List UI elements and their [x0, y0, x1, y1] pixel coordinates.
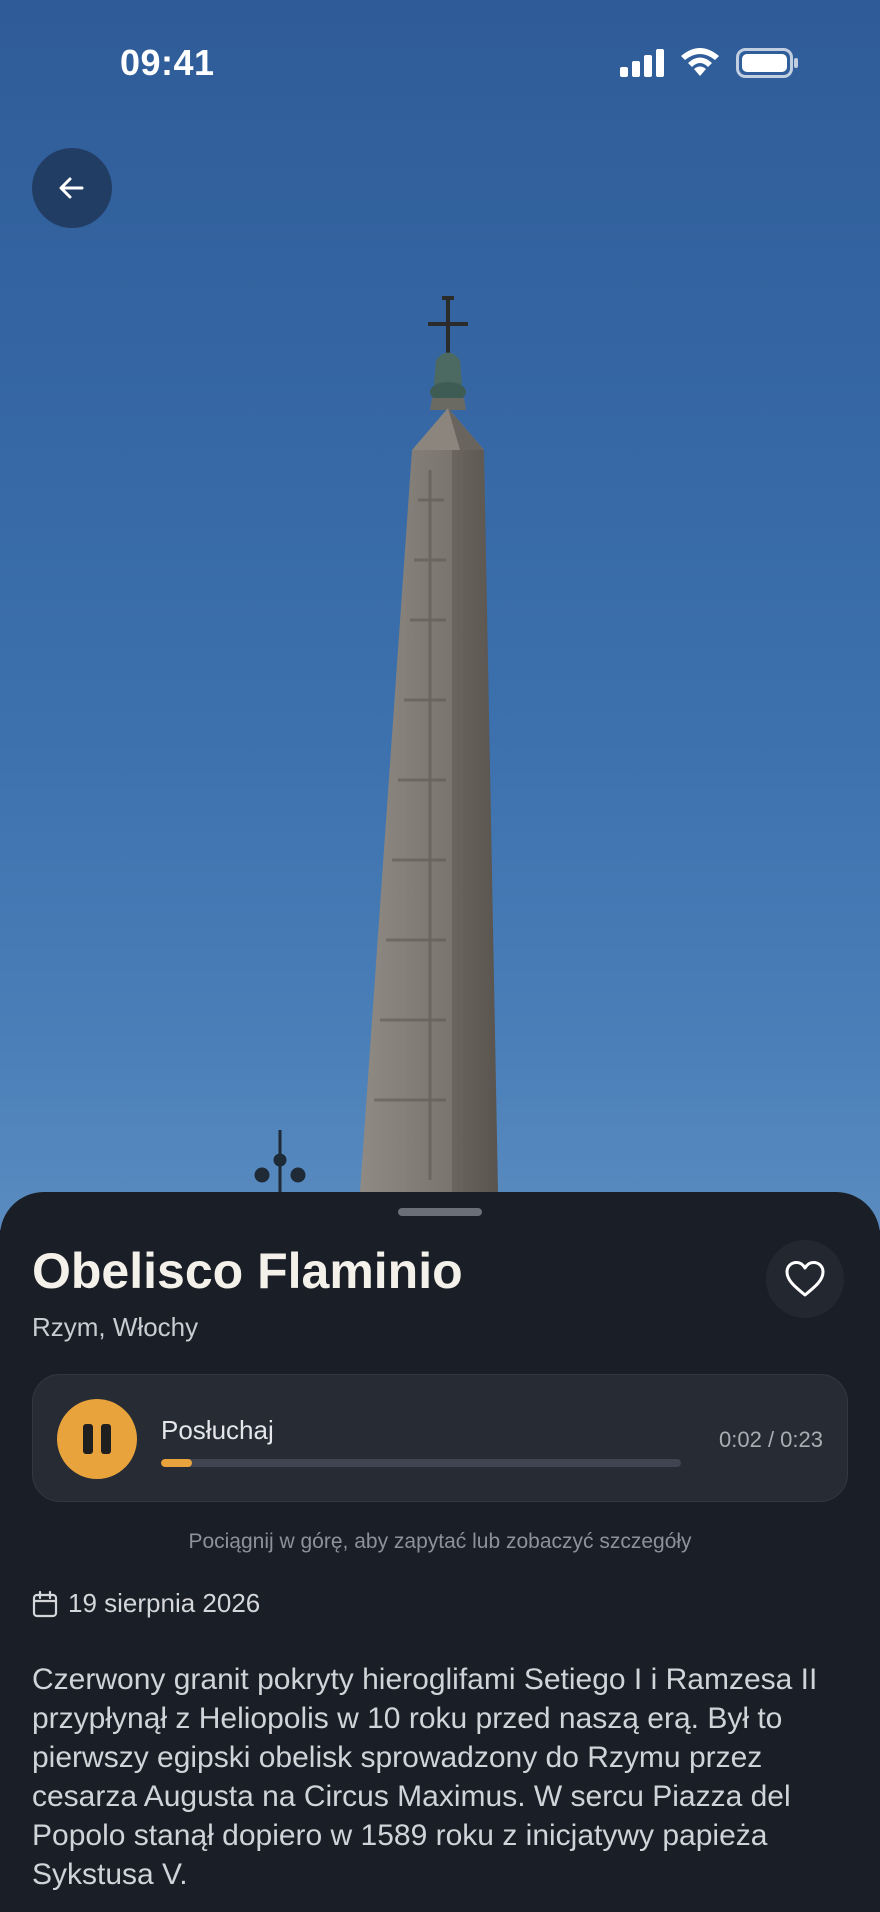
status-bar: 09:41: [0, 0, 880, 130]
audio-progress-fill: [161, 1459, 193, 1467]
pause-icon: [83, 1424, 111, 1454]
battery-icon: [736, 48, 798, 78]
favorite-button[interactable]: [766, 1240, 844, 1318]
place-description: Czerwony granit pokryty hieroglifami Set…: [32, 1663, 818, 1891]
cellular-signal-icon: [620, 49, 664, 77]
heart-icon: [785, 1261, 825, 1297]
sheet-hint: Pociągnij w górę, aby zapytać lub zobacz…: [188, 1530, 692, 1553]
back-button[interactable]: [32, 148, 112, 228]
pause-button[interactable]: [57, 1399, 137, 1479]
audio-label: Posłuchaj: [161, 1415, 274, 1445]
date-text: 19 sierpnia 2026: [68, 1588, 261, 1618]
bottom-sheet[interactable]: Obelisco Flaminio Rzym, Włochy Posłuchaj…: [0, 1192, 880, 1912]
status-time: 09:41: [120, 42, 215, 83]
place-title: Obelisco Flaminio: [32, 1243, 463, 1299]
wifi-icon: [681, 48, 719, 76]
date-row: 19 sierpnia 2026: [32, 1588, 260, 1619]
arrow-left-icon: [59, 177, 84, 199]
calendar-icon: [32, 1590, 58, 1617]
audio-progress-bar[interactable]: [161, 1459, 681, 1467]
sheet-grabber[interactable]: [398, 1208, 482, 1216]
place-location: Rzym, Włochy: [32, 1312, 199, 1342]
status-icons: [620, 48, 800, 78]
audio-player: Posłuchaj 0:02 / 0:23: [32, 1374, 848, 1502]
obelisk-image: [254, 296, 498, 1192]
hero-photo: [0, 0, 880, 1230]
audio-time: 0:02 / 0:23: [719, 1427, 823, 1452]
